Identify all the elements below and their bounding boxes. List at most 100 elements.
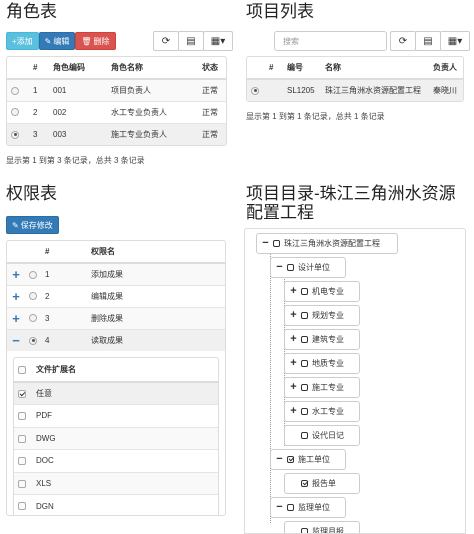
- tree-node[interactable]: + 施工专业: [284, 377, 360, 398]
- expand-icon[interactable]: +: [11, 268, 21, 281]
- col-header[interactable]: 角色编码: [49, 57, 107, 80]
- table-row[interactable]: 1 001 项目负责人 正常: [7, 78, 226, 101]
- table-row[interactable]: − 4 读取成果: [7, 328, 225, 351]
- table-row[interactable]: + 1 添加成果: [7, 262, 225, 285]
- table-row[interactable]: 3 003 施工专业负责人 正常: [7, 122, 226, 145]
- folder-checkbox-icon[interactable]: [301, 408, 308, 415]
- collapse-icon[interactable]: −: [276, 502, 283, 513]
- grid-icon: ▦▾: [210, 35, 226, 47]
- roles-title: 角色表: [6, 2, 57, 21]
- row-checkbox[interactable]: [18, 434, 26, 443]
- row-radio[interactable]: [11, 130, 19, 139]
- expand-icon[interactable]: +: [290, 406, 297, 417]
- col-header[interactable]: #: [41, 241, 87, 264]
- folder-checkbox-icon[interactable]: [301, 312, 308, 319]
- cell: 读取成果: [87, 328, 225, 351]
- tree-node[interactable]: + 地质专业: [284, 353, 360, 374]
- folder-checkbox-icon[interactable]: [301, 384, 308, 391]
- card-view-icon: ▤: [423, 35, 433, 47]
- col-header[interactable]: 编号: [283, 57, 321, 80]
- tree-node[interactable]: + 规划专业: [284, 305, 360, 326]
- row-radio[interactable]: [251, 86, 259, 95]
- tree-node[interactable]: − 监理单位: [270, 497, 346, 518]
- col-header[interactable]: #: [265, 57, 283, 80]
- table-row[interactable]: SL1205 珠江三角洲水资源配置工程 秦晓川: [247, 78, 463, 101]
- tree-node[interactable]: − 设计单位: [270, 257, 346, 278]
- row-radio[interactable]: [29, 292, 37, 301]
- columns-button[interactable]: ▦▾: [440, 31, 470, 51]
- folder-checkbox-icon[interactable]: [301, 288, 308, 295]
- collapse-icon[interactable]: −: [262, 238, 269, 249]
- expand-icon[interactable]: +: [290, 334, 297, 345]
- document-checkbox-icon[interactable]: [301, 432, 308, 439]
- collapse-icon[interactable]: −: [276, 454, 283, 465]
- expand-icon[interactable]: +: [11, 312, 21, 325]
- row-checkbox[interactable]: [18, 479, 26, 488]
- table-row[interactable]: DGN: [14, 494, 218, 515]
- tree-node[interactable]: + 水工专业: [284, 401, 360, 422]
- table-row[interactable]: 2 002 水工专业负责人 正常: [7, 100, 226, 123]
- expand-icon[interactable]: +: [290, 286, 297, 297]
- tree-node[interactable]: − 珠江三角洲水资源配置工程: [256, 233, 398, 254]
- collapse-icon[interactable]: −: [276, 262, 283, 273]
- checked-folder-icon[interactable]: [287, 456, 294, 463]
- expand-icon[interactable]: +: [290, 382, 297, 393]
- col-header[interactable]: 名称: [321, 57, 429, 80]
- tree-node[interactable]: 设代日记: [284, 425, 360, 446]
- cell: 任意: [32, 381, 218, 405]
- row-radio[interactable]: [29, 336, 37, 345]
- table-row[interactable]: + 2 编辑成果: [7, 284, 225, 307]
- row-radio[interactable]: [11, 108, 19, 117]
- tree-node[interactable]: + 机电专业: [284, 281, 360, 302]
- table-row[interactable]: 任意: [14, 381, 218, 405]
- col-header[interactable]: 负责人: [429, 57, 463, 80]
- cell: 2: [29, 100, 49, 123]
- select-all-checkbox[interactable]: [18, 365, 26, 374]
- collapse-icon[interactable]: −: [11, 334, 21, 347]
- add-button[interactable]: +添加: [6, 32, 39, 50]
- folder-checkbox-icon[interactable]: [301, 360, 308, 367]
- save-button[interactable]: ✎ 保存修改: [6, 216, 59, 234]
- refresh-button[interactable]: ⟳: [153, 31, 179, 51]
- col-header[interactable]: 状态: [198, 57, 226, 80]
- table-row[interactable]: XLS: [14, 471, 218, 495]
- row-checkbox[interactable]: [18, 457, 26, 466]
- toggle-view-button[interactable]: ▤: [415, 31, 441, 51]
- row-checkbox[interactable]: [18, 502, 26, 511]
- expand-icon[interactable]: +: [290, 358, 297, 369]
- cell: 正常: [198, 100, 226, 123]
- col-header[interactable]: 文件扩展名: [32, 358, 218, 383]
- row-checkbox[interactable]: [18, 389, 26, 398]
- edit-button[interactable]: ✎ 编辑: [38, 32, 76, 50]
- col-header[interactable]: 权限名: [87, 241, 225, 264]
- expand-icon[interactable]: +: [11, 290, 21, 303]
- row-checkbox[interactable]: [18, 412, 26, 421]
- folder-checkbox-icon[interactable]: [287, 264, 294, 271]
- row-radio[interactable]: [29, 270, 37, 279]
- tree-node[interactable]: 报告单: [284, 473, 360, 494]
- col-header[interactable]: 角色名称: [107, 57, 198, 80]
- tree-node[interactable]: + 建筑专业: [284, 329, 360, 350]
- row-radio[interactable]: [29, 314, 37, 323]
- table-row[interactable]: PDF: [14, 404, 218, 427]
- tree-node[interactable]: 监理月报: [284, 521, 360, 533]
- table-row[interactable]: DOC: [14, 449, 218, 472]
- col-header[interactable]: #: [29, 57, 49, 80]
- table-row[interactable]: + 3 删除成果: [7, 306, 225, 329]
- search-input[interactable]: 搜索: [274, 31, 387, 51]
- folder-checkbox-icon[interactable]: [273, 240, 280, 247]
- row-radio[interactable]: [11, 86, 19, 95]
- folder-checkbox-icon[interactable]: [287, 504, 294, 511]
- expand-icon[interactable]: +: [290, 310, 297, 321]
- roles-view-toolbar: ⟳ ▤ ▦▾: [153, 31, 233, 51]
- toggle-view-button[interactable]: ▤: [178, 31, 204, 51]
- refresh-button[interactable]: ⟳: [390, 31, 416, 51]
- delete-button[interactable]: 🗑 删除: [75, 32, 116, 50]
- table-row[interactable]: DWG: [14, 426, 218, 450]
- tree-node[interactable]: − 施工单位: [270, 449, 346, 470]
- document-checkbox-icon[interactable]: [301, 528, 308, 533]
- checked-document-icon[interactable]: [301, 480, 308, 487]
- folder-checkbox-icon[interactable]: [301, 336, 308, 343]
- cell: 正常: [198, 78, 226, 101]
- columns-button[interactable]: ▦▾: [203, 31, 233, 51]
